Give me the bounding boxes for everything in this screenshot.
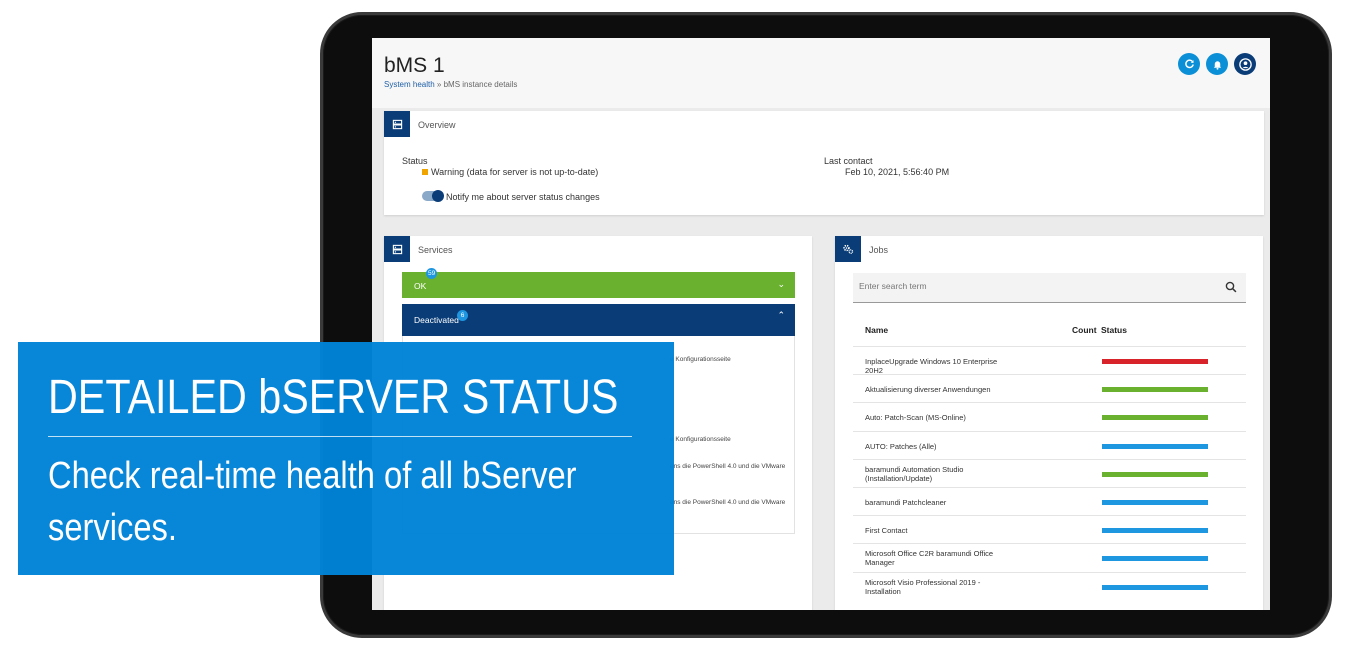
- promo-overlay: DETAILED bSERVER STATUS Check real-time …: [18, 342, 674, 575]
- job-name: First Contact: [865, 526, 908, 536]
- job-name: InplaceUpgrade Windows 10 Enterprise 20H…: [865, 357, 998, 375]
- table-row[interactable]: InplaceUpgrade Windows 10 Enterprise 20H…: [853, 346, 1246, 375]
- job-name: Microsoft Office C2R baramundi Office Ma…: [865, 549, 994, 568]
- chevron-down-icon: ⌄: [777, 279, 785, 289]
- job-name: Auto: Patch-Scan (MS-Online): [865, 413, 966, 423]
- page-title: bMS 1: [384, 54, 445, 77]
- search-input[interactable]: [859, 281, 1199, 291]
- user-menu-button[interactable]: [1234, 53, 1256, 75]
- job-name: AUTO: Patches (Alle): [865, 441, 937, 451]
- group-label: OK: [414, 281, 427, 291]
- notifications-button[interactable]: [1206, 53, 1228, 75]
- user-icon: [1238, 57, 1252, 71]
- job-name: baramundi Patchcleaner: [865, 498, 947, 507]
- server-icon: [384, 236, 410, 262]
- table-row[interactable]: baramundi Patchcleaner1: [853, 487, 1246, 515]
- warning-status-indicator: [422, 169, 428, 175]
- table-row[interactable]: baramundi Automation Studio (Installatio…: [853, 458, 1246, 487]
- column-header-name[interactable]: Name: [865, 325, 888, 335]
- table-row[interactable]: Microsoft Office C2R baramundi Office Ma…: [853, 543, 1246, 571]
- bell-icon: [1213, 60, 1221, 70]
- job-name: Microsoft Visio Professional 2019 - Inst…: [865, 577, 981, 596]
- toggle-knob: [432, 190, 444, 202]
- job-status-bar: [1102, 415, 1208, 421]
- services-group-deactivated[interactable]: Deactivated 6 ⌃: [402, 304, 795, 336]
- table-row[interactable]: Auto: Patch-Scan (MS-Online)2: [853, 402, 1246, 430]
- refresh-button[interactable]: [1178, 53, 1200, 75]
- job-status-bar: [1102, 387, 1208, 393]
- group-label: Deactivated: [414, 315, 459, 325]
- server-icon: [384, 111, 410, 137]
- job-status-bar: [1102, 500, 1208, 505]
- last-contact-value: Feb 10, 2021, 5:56:40 PM: [845, 167, 950, 177]
- refresh-icon: [1184, 58, 1194, 68]
- breadcrumb-current: bMS instance details: [443, 80, 518, 89]
- last-contact-label: Last contact: [824, 156, 873, 166]
- table-row[interactable]: AUTO: Patches (Alle)3: [853, 430, 1246, 459]
- count-badge: 6: [457, 310, 468, 321]
- page-header: bMS 1 System health » bMS instance detai…: [372, 38, 1270, 108]
- notify-label: Notify me about server status changes: [446, 192, 600, 202]
- count-badge: 59: [426, 268, 438, 279]
- services-group-ok[interactable]: OK 59 ⌄: [402, 268, 795, 298]
- notify-toggle[interactable]: [422, 190, 444, 202]
- job-status-bar: [1102, 471, 1208, 477]
- table-row[interactable]: Aktualisierung diverser Anwendungen1: [853, 374, 1246, 402]
- promo-subline: Check real-time health of all bServer se…: [48, 455, 577, 549]
- column-header-status[interactable]: Status: [1101, 325, 1127, 335]
- breadcrumb-separator: »: [434, 80, 444, 89]
- jobs-search: [853, 273, 1246, 303]
- service-row-fragment: e Konfigurationsseite: [670, 356, 731, 363]
- search-icon[interactable]: [1224, 280, 1238, 294]
- job-name: baramundi Automation Studio (Installatio…: [865, 464, 964, 483]
- promo-divider: [48, 436, 632, 437]
- marketing-stage: bMS 1 System health » bMS instance detai…: [0, 0, 1360, 645]
- job-status-bar: [1102, 528, 1208, 534]
- promo-headline: DETAILED bSERVER STATUS: [48, 371, 619, 424]
- table-row[interactable]: First Contact2: [853, 515, 1246, 543]
- breadcrumb-link-system-health[interactable]: System health: [384, 80, 435, 89]
- job-name: Aktualisierung diverser Anwendungen: [865, 385, 991, 395]
- job-status-bar: [1102, 584, 1208, 590]
- column-header-count[interactable]: Count: [1072, 325, 1097, 335]
- service-row-fragment: e Konfigurationsseite: [670, 436, 731, 443]
- header-actions: [1178, 53, 1256, 75]
- service-row-fragment: ens die PowerShell 4.0 und die VMware: [670, 499, 786, 506]
- status-label: Status: [402, 156, 428, 166]
- job-status-bar: [1102, 556, 1208, 562]
- service-row-fragment: ens die PowerShell 4.0 und die VMware: [670, 463, 786, 470]
- services-title: Services: [418, 245, 453, 255]
- status-text: Warning (data for server is not up-to-da…: [431, 167, 599, 177]
- overview-title: Overview: [418, 120, 456, 130]
- gears-icon: [835, 236, 861, 262]
- job-status-bar: [1102, 359, 1208, 364]
- chevron-up-icon: ⌃: [777, 310, 785, 320]
- jobs-card: Jobs Name Count Status InplaceUpgrade Wi…: [835, 236, 1263, 610]
- overview-card: Overview Status Warning (data for server…: [384, 111, 1264, 215]
- status-value: Warning (data for server is not up-to-da…: [422, 167, 598, 177]
- breadcrumb: System health » bMS instance details: [384, 80, 517, 89]
- table-row[interactable]: Microsoft Visio Professional 2019 - Inst…: [853, 571, 1246, 600]
- job-status-bar: [1102, 443, 1208, 449]
- jobs-title: Jobs: [869, 245, 889, 255]
